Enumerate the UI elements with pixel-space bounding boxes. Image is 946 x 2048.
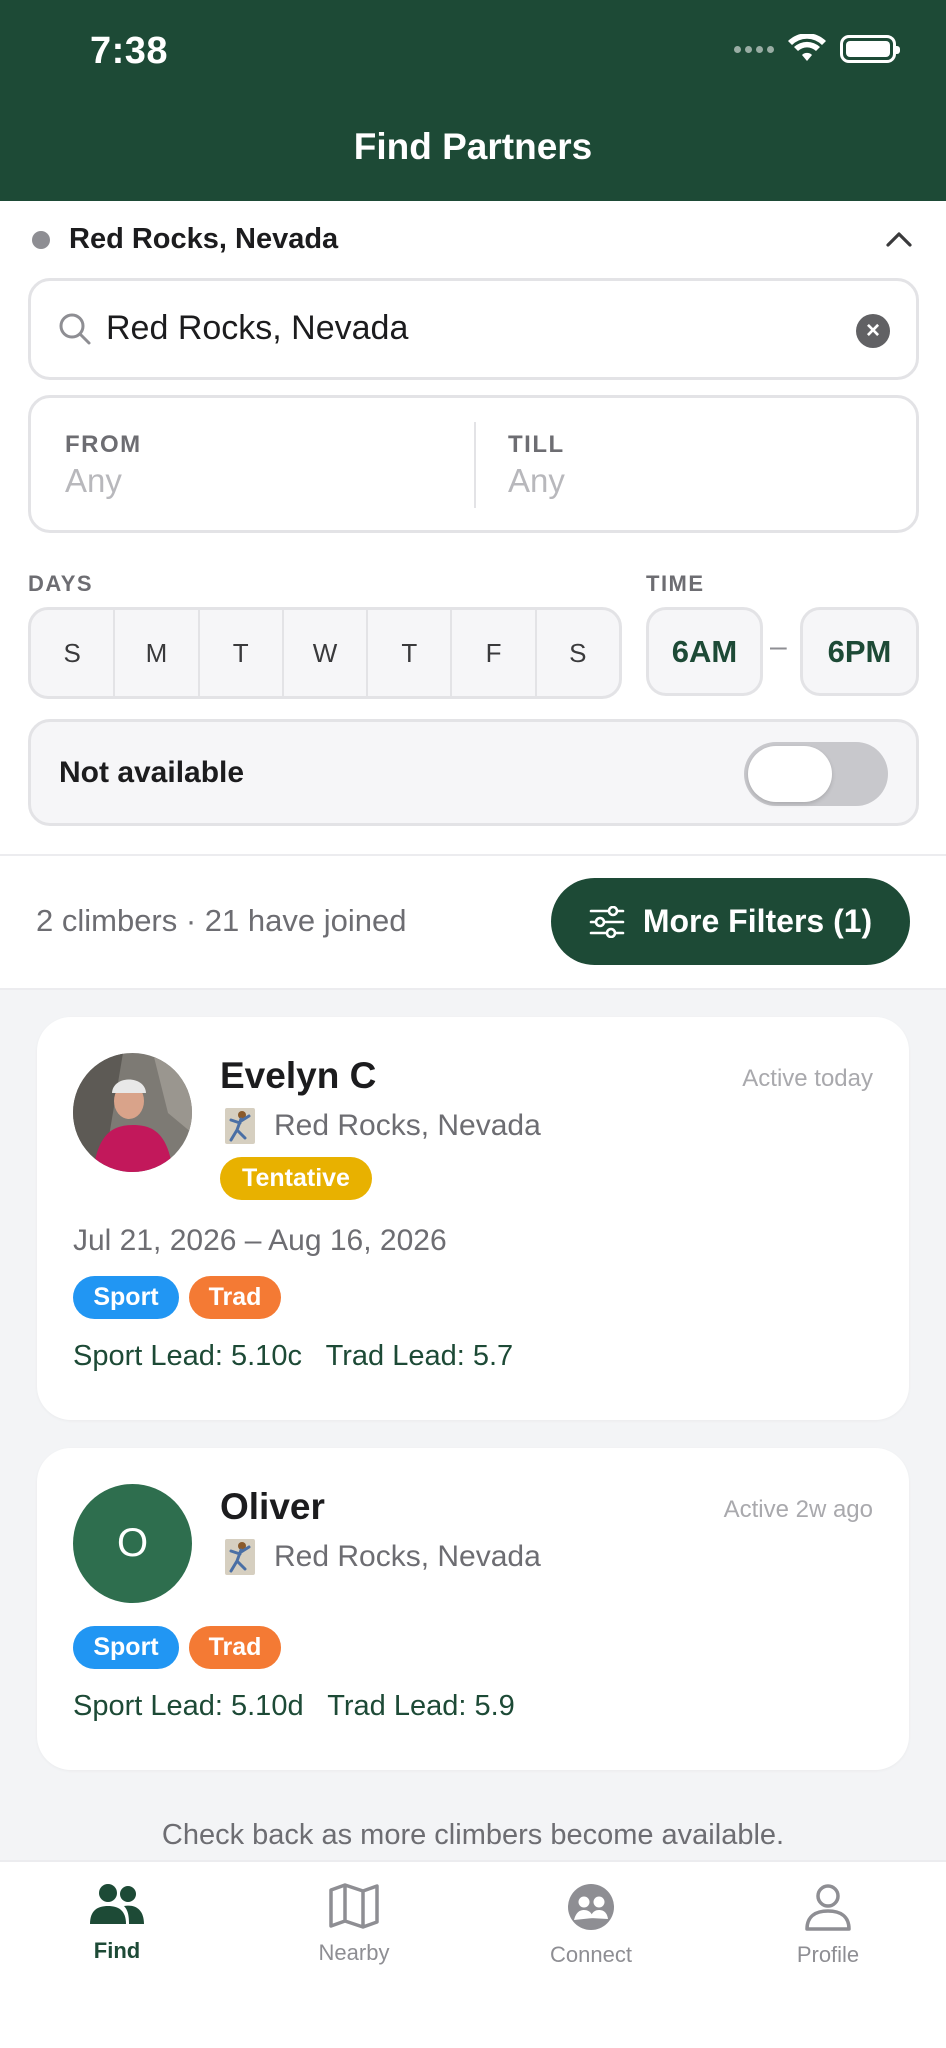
location-search-input[interactable]: Red Rocks, Nevada × (28, 278, 919, 380)
app-header: 7:38 Find Partners (0, 0, 946, 201)
day-monday-button[interactable]: M (115, 610, 200, 696)
trad-tag: Trad (189, 1276, 281, 1319)
avatar: O (73, 1484, 192, 1603)
from-value: Any (65, 462, 122, 499)
clear-icon[interactable]: × (856, 314, 890, 348)
tab-bar: Find Nearby Connect Profile (0, 1860, 946, 2048)
connect-icon (568, 1884, 614, 1930)
day-saturday-button[interactable]: S (537, 610, 619, 696)
not-available-row: Not available (28, 719, 919, 826)
more-filters-button[interactable]: More Filters (1) (551, 878, 910, 965)
search-value[interactable]: Red Rocks, Nevada (106, 309, 408, 348)
climber-name: Evelyn C (220, 1055, 377, 1096)
day-friday-button[interactable]: F (452, 610, 537, 696)
location-status-dot (32, 231, 50, 249)
divider (0, 854, 946, 856)
grades: Sport Lead: 5.10d Trad Lead: 5.9 (73, 1690, 515, 1722)
sport-tag: Sport (73, 1626, 179, 1669)
tab-label: Nearby (318, 1940, 390, 1965)
status-icons (734, 34, 900, 64)
climber-name: Oliver (220, 1486, 325, 1527)
till-label: TILL (508, 431, 565, 458)
availability-dates: Jul 21, 2026 – Aug 16, 2026 (73, 1224, 447, 1257)
sliders-icon (589, 905, 625, 938)
wifi-icon (788, 34, 826, 61)
results-summary: 2 climbers · 21 have joined (36, 903, 407, 938)
till-date-field[interactable]: TILL Any (476, 398, 916, 530)
signal-icon (734, 45, 774, 53)
not-available-toggle[interactable] (744, 742, 888, 806)
footer-note: Check back as more climbers become avail… (161, 1819, 785, 1851)
not-available-label: Not available (59, 756, 245, 789)
more-filters-label: More Filters (1) (642, 903, 873, 939)
location-title: Red Rocks, Nevada (69, 223, 339, 255)
climber-icon (225, 1108, 255, 1144)
toggle-knob (748, 746, 832, 802)
days-label: DAYS (28, 571, 94, 596)
day-thursday-button[interactable]: T (368, 610, 453, 696)
tab-connect[interactable]: Connect (501, 1882, 681, 1968)
tab-find[interactable]: Find (27, 1882, 207, 1964)
time-separator: – (770, 630, 787, 663)
battery-icon (840, 35, 900, 63)
activity-status: Active 2w ago (723, 1496, 873, 1523)
tab-label: Connect (550, 1942, 632, 1967)
time-label: TIME (646, 571, 705, 596)
from-date-field[interactable]: FROM Any (31, 398, 474, 530)
climber-card[interactable]: O Oliver Active 2w ago Red Rocks, Nevada… (37, 1448, 909, 1770)
climber-location: Red Rocks, Nevada (274, 1109, 541, 1142)
activity-status: Active today (742, 1065, 873, 1092)
trad-tag: Trad (189, 1626, 281, 1669)
tab-label: Profile (796, 1942, 860, 1967)
tentative-badge: Tentative (220, 1157, 372, 1200)
till-value: Any (508, 462, 565, 499)
people-icon (90, 1884, 144, 1924)
from-label: FROM (65, 431, 142, 458)
grades: Sport Lead: 5.10c Trad Lead: 5.7 (73, 1340, 514, 1372)
page-title: Find Partners (353, 126, 593, 167)
profile-icon (805, 1884, 851, 1931)
climber-card[interactable]: Evelyn C Active today Red Rocks, Nevada … (37, 1017, 909, 1420)
start-time-button[interactable]: 6AM (646, 607, 763, 696)
sport-tag: Sport (73, 1276, 179, 1319)
location-header[interactable]: Red Rocks, Nevada (0, 201, 946, 279)
status-time: 7:38 (90, 30, 169, 72)
day-wednesday-button[interactable]: W (284, 610, 369, 696)
end-time-button[interactable]: 6PM (800, 607, 919, 696)
tab-label: Find (93, 1938, 141, 1963)
tab-profile[interactable]: Profile (738, 1882, 918, 1968)
chevron-up-icon[interactable] (882, 223, 916, 257)
day-tuesday-button[interactable]: T (200, 610, 284, 696)
days-selector: S M T W T F S (28, 607, 622, 699)
tab-nearby[interactable]: Nearby (264, 1882, 444, 1966)
map-icon (329, 1883, 379, 1929)
date-range-picker: FROM Any TILL Any (28, 395, 919, 533)
climber-location: Red Rocks, Nevada (274, 1540, 541, 1573)
avatar (73, 1053, 192, 1172)
climber-icon (225, 1539, 255, 1575)
day-sunday-button[interactable]: S (31, 610, 116, 696)
search-icon (59, 313, 91, 345)
